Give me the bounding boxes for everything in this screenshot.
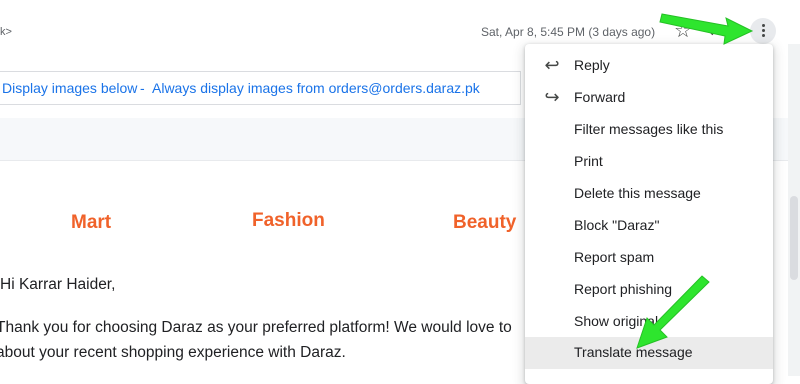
category-beauty[interactable]: Beauty [453, 212, 516, 234]
category-mart[interactable]: Mart [71, 212, 111, 234]
menu-item-block[interactable]: Block "Daraz" [525, 210, 773, 242]
body-line-1: Thank you for choosing Daraz as your pre… [0, 319, 512, 336]
more-options-button[interactable] [750, 18, 776, 44]
menu-item-label: Report spam [574, 249, 655, 265]
menu-item-label: Block "Daraz" [574, 217, 660, 233]
images-separator: - [140, 80, 145, 96]
always-display-images-link[interactable]: Always display images from orders@orders… [152, 80, 480, 96]
forward-icon: ↪ [544, 87, 560, 107]
menu-item-report-phishing[interactable]: Report phishing [525, 274, 773, 306]
star-icon[interactable]: ☆ [672, 20, 694, 42]
message-date: Sat, Apr 8, 5:45 PM (3 days ago) [481, 25, 656, 39]
menu-item-translate[interactable]: Translate message [525, 337, 773, 369]
menu-item-label: Delete this message [574, 185, 701, 201]
menu-item-label: Print [574, 153, 603, 169]
menu-item-print[interactable]: Print [525, 146, 773, 178]
menu-item-delete[interactable]: Delete this message [525, 178, 773, 210]
menu-item-forward[interactable]: ↪ Forward [525, 82, 773, 114]
scrollbar-thumb[interactable] [790, 196, 798, 280]
sender-fragment: k> [0, 26, 12, 38]
category-fashion[interactable]: Fashion [252, 210, 325, 232]
menu-item-label: Filter messages like this [574, 121, 724, 137]
display-images-link[interactable]: Display images below [2, 80, 137, 96]
menu-item-label: Forward [574, 89, 626, 105]
body-line-2: about your recent shopping experience wi… [0, 344, 346, 361]
menu-item-label: Translate message [574, 344, 693, 360]
menu-item-label: Reply [574, 57, 610, 73]
reply-icon: ↩ [544, 55, 560, 75]
menu-item-filter-messages[interactable]: Filter messages like this [525, 114, 773, 146]
menu-item-report-spam[interactable]: Report spam [525, 242, 773, 274]
greeting-text: Hi Karrar Haider, [0, 276, 116, 293]
more-vert-icon [762, 24, 765, 39]
menu-item-label: Report phishing [574, 281, 673, 297]
menu-item-show-original[interactable]: Show original [525, 306, 773, 338]
reply-icon[interactable]: ↩ [708, 20, 732, 42]
menu-item-reply[interactable]: ↩ Reply [525, 50, 773, 82]
menu-item-label: Show original [574, 313, 659, 329]
more-options-menu: ↩ Reply ↪ Forward Filter messages like t… [525, 44, 773, 384]
images-bar: Display images below - Always display im… [0, 71, 521, 105]
